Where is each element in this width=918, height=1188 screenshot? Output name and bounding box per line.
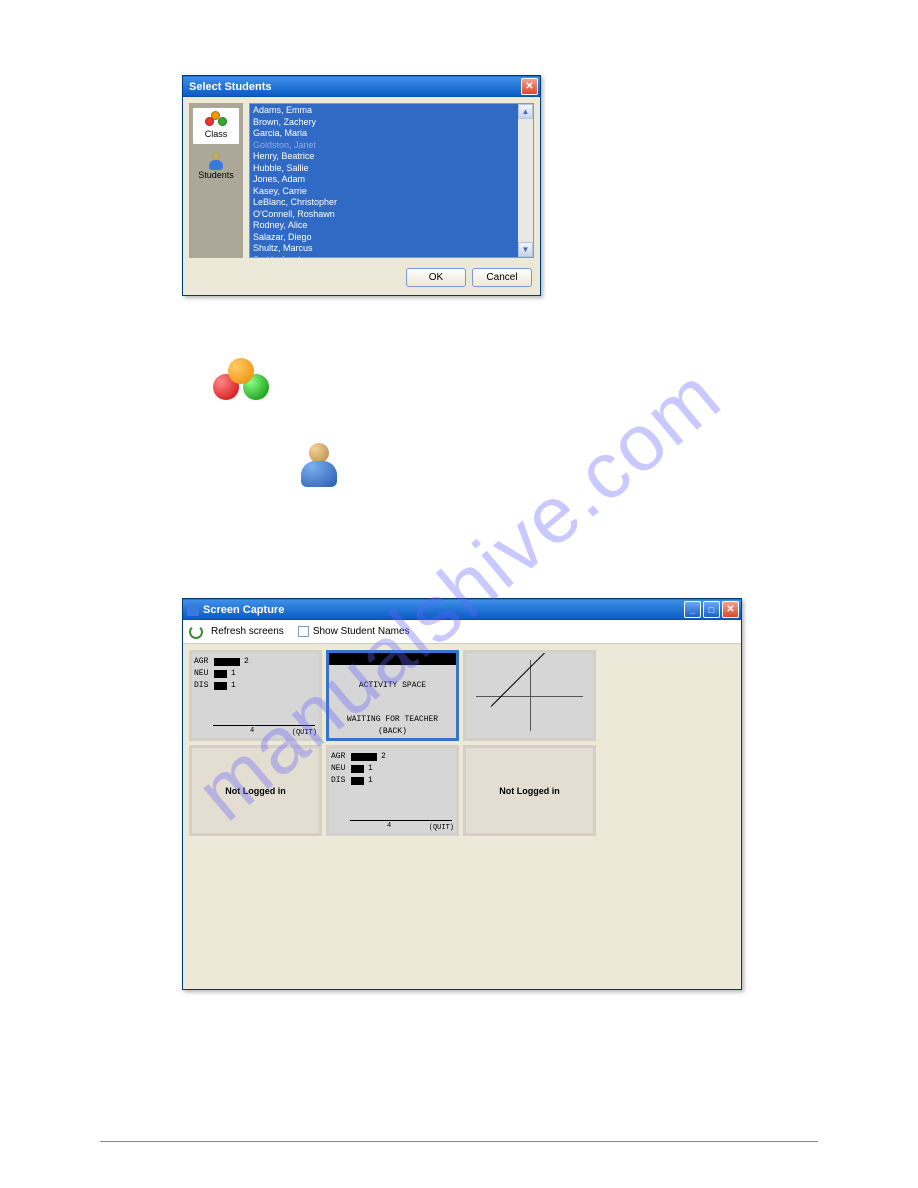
- select-students-dialog: Select Students ✕ Class Students Adams, …: [182, 75, 541, 296]
- tab-class[interactable]: Class: [192, 107, 240, 145]
- maximize-icon[interactable]: □: [703, 601, 720, 618]
- dialog-titlebar[interactable]: Select Students ✕: [183, 76, 540, 97]
- list-item[interactable]: Henry, Beatrice: [253, 151, 515, 163]
- scrollbar[interactable]: ▲ ▼: [518, 104, 533, 257]
- group-icon: [213, 358, 269, 406]
- axis-line: [213, 725, 315, 726]
- tab-class-label: Class: [205, 129, 228, 139]
- not-logged-label: Not Logged in: [466, 748, 593, 833]
- scroll-down-icon[interactable]: ▼: [518, 242, 533, 257]
- activity-wait: WAITING FOR TEACHER: [329, 715, 456, 724]
- ok-button[interactable]: OK: [406, 268, 466, 287]
- list-item[interactable]: Rodney, Alice: [253, 220, 515, 232]
- refresh-icon[interactable]: [189, 625, 203, 639]
- axis-tick: 4: [387, 822, 391, 830]
- list-item[interactable]: Kasey, Carrie: [253, 186, 515, 198]
- quit-label: (QUIT): [292, 729, 317, 737]
- bar-label: NEU: [194, 669, 212, 678]
- bar-icon: [214, 670, 227, 678]
- minimize-icon[interactable]: _: [684, 601, 701, 618]
- students-listbox[interactable]: Adams, Emma Brown, Zachery Garcia, Maria…: [249, 103, 534, 258]
- bar-icon: [351, 765, 364, 773]
- back-label: (BACK): [329, 727, 456, 736]
- dialog-body: Class Students Adams, Emma Brown, Zacher…: [183, 97, 540, 264]
- bar-icon: [351, 777, 364, 785]
- close-icon[interactable]: ✕: [521, 78, 538, 95]
- dialog-footer: OK Cancel: [183, 264, 540, 295]
- cancel-button[interactable]: Cancel: [472, 268, 532, 287]
- list-item[interactable]: Jones, Adam: [253, 174, 515, 186]
- list-item[interactable]: Goldston, Janet: [253, 140, 515, 152]
- bar-label: DIS: [331, 776, 349, 785]
- bar-value: 2: [381, 752, 386, 761]
- screen-tile[interactable]: Not Logged in: [463, 745, 596, 836]
- window-controls: _ □ ✕: [684, 601, 739, 618]
- show-names-label: Show Student Names: [313, 626, 410, 637]
- screen-tile[interactable]: Not Logged in: [189, 745, 322, 836]
- close-icon[interactable]: ✕: [722, 601, 739, 618]
- show-names-checkbox[interactable]: [298, 626, 309, 637]
- bar-value: 1: [368, 764, 373, 773]
- group-icon: [205, 111, 227, 129]
- bar-value: 2: [244, 657, 249, 666]
- bar-label: DIS: [194, 681, 212, 690]
- axis-tick: 4: [250, 727, 254, 735]
- list-item[interactable]: Shultz, Marcus: [253, 243, 515, 255]
- not-logged-label: Not Logged in: [192, 748, 319, 833]
- app-icon: [187, 604, 199, 616]
- list-item[interactable]: LeBlanc, Christopher: [253, 197, 515, 209]
- window-titlebar[interactable]: Screen Capture _ □ ✕: [183, 599, 741, 620]
- screen-tile[interactable]: AGR 2 NEU 1 DIS 1 4 (QUIT): [189, 650, 322, 741]
- list-item[interactable]: Salazar, Diego: [253, 232, 515, 244]
- bar-label: NEU: [331, 764, 349, 773]
- screen-tile[interactable]: AGR 2 NEU 1 DIS 1 4 (QUIT): [326, 745, 459, 836]
- bar-icon: [214, 682, 227, 690]
- list-item[interactable]: Adams, Emma: [253, 105, 515, 117]
- sidebar-tabs: Class Students: [189, 103, 243, 258]
- person-icon: [301, 443, 337, 487]
- activity-title: ACTIVITY SPACE: [329, 681, 456, 690]
- bar-value: 1: [231, 681, 236, 690]
- list-item[interactable]: O'Connell, Roshawn: [253, 209, 515, 221]
- tab-students[interactable]: Students: [192, 149, 240, 185]
- screen-capture-window: Screen Capture _ □ ✕ Refresh screens Sho…: [182, 598, 742, 990]
- screen-tile[interactable]: ACTIVITY SPACE WAITING FOR TEACHER (BACK…: [326, 650, 459, 741]
- bar-label: AGR: [331, 752, 349, 761]
- black-bar: [329, 653, 456, 665]
- axis-line: [350, 820, 452, 821]
- list-item[interactable]: Smith, Austin: [253, 255, 515, 258]
- person-icon: [209, 152, 223, 170]
- refresh-button[interactable]: Refresh screens: [211, 626, 284, 637]
- quit-label: (QUIT): [429, 824, 454, 832]
- dialog-title: Select Students: [189, 81, 272, 93]
- list-item[interactable]: Brown, Zachery: [253, 117, 515, 129]
- screen-tile[interactable]: [463, 650, 596, 741]
- divider: [100, 1141, 818, 1142]
- list-item[interactable]: Garcia, Maria: [253, 128, 515, 140]
- scroll-up-icon[interactable]: ▲: [518, 104, 533, 119]
- window-title: Screen Capture: [203, 604, 284, 616]
- students-list-selection[interactable]: Adams, Emma Brown, Zachery Garcia, Maria…: [250, 104, 518, 257]
- screens-grid: AGR 2 NEU 1 DIS 1 4 (QUIT) ACTIVITY SPACE W…: [183, 644, 741, 842]
- bar-value: 1: [368, 776, 373, 785]
- bar-icon: [351, 753, 377, 761]
- bar-value: 1: [231, 669, 236, 678]
- bar-label: AGR: [194, 657, 212, 666]
- list-item[interactable]: Hubble, Sallie: [253, 163, 515, 175]
- bar-icon: [214, 658, 240, 666]
- toolbar: Refresh screens Show Student Names: [183, 620, 741, 644]
- tab-students-label: Students: [198, 170, 234, 180]
